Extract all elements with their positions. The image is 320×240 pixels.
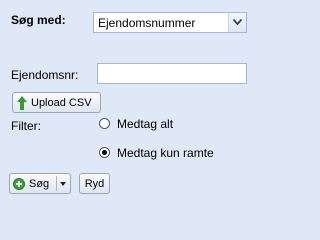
clear-button[interactable]: Ryd [79,173,110,194]
upload-csv-label: Upload CSV [31,96,92,109]
radio-include-affected-label[interactable]: Medtag kun ramte [117,146,214,160]
search-button[interactable]: Søg [9,173,71,194]
search-button-label: Søg [29,177,50,190]
select-arrow-button[interactable] [228,13,246,32]
add-circle-icon [13,177,25,190]
caret-down-icon[interactable] [60,182,66,186]
upload-arrow-icon [17,95,27,110]
chevron-down-icon [233,19,242,25]
search-by-label: Søg med: [11,13,66,27]
property-number-label: Ejendomsnr: [11,68,79,82]
search-button-divider [56,176,57,191]
radio-include-affected[interactable] [99,147,110,158]
search-by-value: Ejendomsnummer [98,16,196,30]
radio-include-all[interactable] [99,118,110,129]
filter-label: Filter: [11,119,41,133]
upload-csv-button[interactable]: Upload CSV [12,92,101,113]
property-number-input[interactable] [97,63,247,84]
radio-include-all-label[interactable]: Medtag alt [117,117,173,131]
search-by-select[interactable]: Ejendomsnummer [93,12,247,33]
